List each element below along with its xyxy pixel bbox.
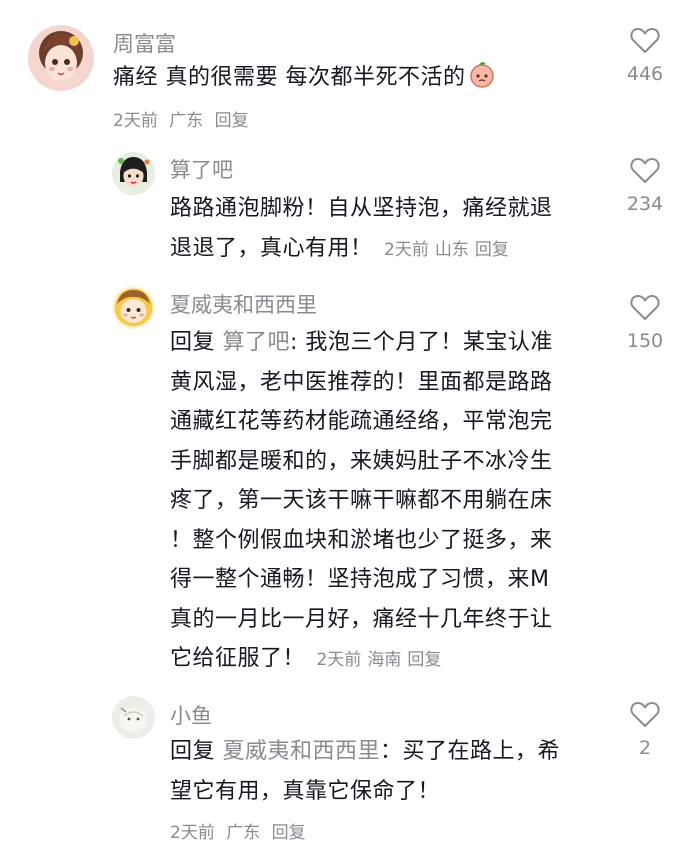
- comment-text-line: 通藏红花等药材能疏通经络，平常泡完: [170, 409, 553, 434]
- comment-text-line: ！整个例假血块和淤堵也少了挺多，来: [170, 527, 553, 553]
- comment-text-line: 疼了，第一天该干嘛干嘛都不用躺在床: [170, 488, 553, 513]
- comment-text-line: 它给征服了！ 2天前 海南 回复: [170, 639, 600, 681]
- comment-meta: 2天前 山东 回复: [384, 240, 515, 260]
- mention-link[interactable]: 算了吧: [223, 330, 291, 355]
- heart-outline-icon: [630, 27, 660, 53]
- comment-meta: 2天前 广东 回复: [113, 106, 255, 131]
- comment-location: 广东: [169, 111, 204, 131]
- comment-meta: 2天前 海南 回复: [317, 650, 448, 670]
- comment-text: 回复 算了吧: 我泡三个月了！某宝认准 黄风湿，老中医推荐的！里面都是路路 通藏…: [170, 323, 600, 681]
- comment-time: 2天前: [316, 650, 362, 670]
- comment-text-line: 真的一月比一月好，痛经十几年终于让: [170, 606, 553, 632]
- comment-text-content: : 我泡三个月了！某宝认准: [290, 330, 553, 355]
- comment-location: 广东: [226, 823, 261, 843]
- comment-username[interactable]: 周富富: [113, 28, 176, 58]
- peach-face-emoji-icon: [468, 61, 496, 89]
- like-count: 150: [626, 330, 664, 352]
- like-button[interactable]: 150: [615, 294, 675, 352]
- comment-text-line: 回复 夏威夷和西西里：买了在路上，希: [170, 732, 600, 772]
- comment-text-line: 得一整个通畅！坚持泡成了习惯，来M: [170, 567, 550, 592]
- like-count: 2: [638, 737, 652, 759]
- comment-text: 路路通泡脚粉！自从坚持泡，痛经就退 退退了，真心有用！ 2天前 山东 回复: [170, 189, 600, 270]
- comment-text-content: 退退了，真心有用！: [170, 235, 373, 261]
- reply-button[interactable]: 回复: [272, 823, 306, 843]
- comment-text: 痛经 真的很需要 每次都半死不活的: [113, 58, 496, 98]
- reply-button[interactable]: 回复: [215, 111, 249, 131]
- user-avatar-image: [112, 696, 155, 739]
- reply-prefix: 回复: [170, 330, 216, 355]
- reply-prefix: 回复: [170, 739, 216, 764]
- avatar[interactable]: [28, 25, 94, 91]
- user-avatar-image: [112, 152, 155, 195]
- comment-text-line: 回复 算了吧: 我泡三个月了！某宝认准: [170, 323, 600, 363]
- comment-text-line: 黄风湿，老中医推荐的！里面都是路路: [170, 369, 553, 395]
- mention-link[interactable]: 夏威夷和西西里: [223, 739, 381, 764]
- comment-text-line: 退退了，真心有用！ 2天前 山东 回复: [170, 229, 600, 271]
- like-button[interactable]: 234: [615, 157, 675, 215]
- comment-time: 2天前: [384, 239, 429, 260]
- like-count: 234: [626, 193, 664, 215]
- avatar[interactable]: [112, 696, 155, 739]
- comment-location: 海南: [367, 650, 402, 670]
- avatar[interactable]: [112, 152, 155, 195]
- heart-outline-icon: [630, 701, 660, 727]
- comment-meta: 2天前 广东 回复: [170, 818, 312, 843]
- comment-username[interactable]: 夏威夷和西西里: [170, 289, 317, 319]
- comment-time: 2天前: [113, 111, 158, 131]
- heart-outline-icon: [630, 157, 660, 183]
- reply-button[interactable]: 回复: [475, 240, 509, 260]
- comment-text-line: 路路通泡脚粉！自从坚持泡，痛经就退: [170, 196, 553, 221]
- comment-text-content: 痛经 真的很需要 每次都半死不活的: [113, 65, 466, 90]
- heart-outline-icon: [630, 294, 660, 320]
- reply-button[interactable]: 回复: [407, 650, 441, 670]
- like-button[interactable]: 2: [615, 701, 675, 759]
- comment-location: 山东: [434, 239, 469, 260]
- comment-text-content: 它给征服了！: [170, 646, 306, 671]
- comment-text-line: 手脚都是暖和的，来姨妈肚子不冰冷生: [170, 448, 553, 474]
- avatar[interactable]: [112, 286, 155, 329]
- like-count: 446: [626, 63, 664, 85]
- comment-time: 2天前: [170, 823, 215, 843]
- comment-text: 回复 夏威夷和西西里：买了在路上，希 望它有用，真靠它保命了！: [170, 732, 600, 811]
- comment-username[interactable]: 算了吧: [170, 154, 233, 184]
- user-avatar-image: [28, 25, 94, 91]
- user-avatar-image: [112, 286, 155, 329]
- comment-username[interactable]: 小鱼: [170, 700, 212, 730]
- like-button[interactable]: 446: [615, 27, 675, 85]
- comment-text-line: 望它有用，真靠它保命了！: [170, 778, 441, 804]
- comment-text-content: ：买了在路上，希: [380, 739, 561, 764]
